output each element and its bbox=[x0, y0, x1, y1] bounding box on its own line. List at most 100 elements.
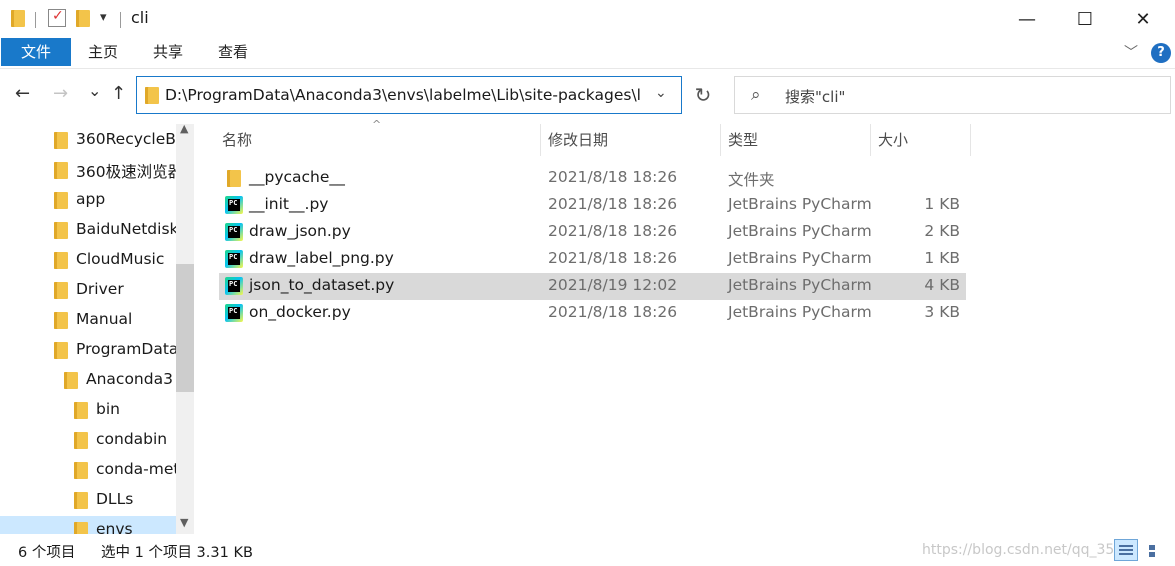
file-row-selected[interactable]: PC json_to_dataset.py 2021/8/19 12:02 Je… bbox=[219, 273, 966, 300]
maximize-button[interactable]: ☐ bbox=[1056, 0, 1114, 38]
file-row[interactable]: PC draw_label_png.py 2021/8/18 18:26 Jet… bbox=[219, 246, 966, 273]
sort-ascending-icon: ^ bbox=[372, 118, 382, 131]
folder-icon bbox=[74, 522, 88, 534]
tree-item[interactable]: conda-meta bbox=[0, 456, 189, 486]
search-box[interactable]: ⌕ 搜索"cli" bbox=[734, 76, 1171, 114]
file-row[interactable]: PC __init__.py 2021/8/18 18:26 JetBrains… bbox=[219, 192, 966, 219]
qat-dropdown-icon[interactable]: ▾ bbox=[100, 10, 107, 25]
tree-item[interactable]: Manual bbox=[0, 306, 176, 336]
folder-icon bbox=[54, 162, 68, 179]
tree-item[interactable]: Anaconda3 bbox=[0, 366, 176, 396]
folder-icon[interactable] bbox=[11, 10, 25, 27]
tree-item-selected[interactable]: envs bbox=[0, 516, 176, 534]
address-dropdown-icon[interactable]: ⌄ bbox=[655, 85, 667, 101]
file-type: JetBrains PyCharm bbox=[728, 222, 872, 240]
minimize-button[interactable]: — bbox=[998, 0, 1056, 38]
up-button[interactable]: ↑ bbox=[111, 83, 126, 104]
tree-item[interactable]: ProgramData bbox=[0, 336, 178, 366]
pycharm-file-icon: PC bbox=[225, 304, 243, 322]
tree-item-label: CloudMusic bbox=[76, 250, 165, 268]
divider bbox=[35, 12, 36, 28]
tab-file[interactable]: 文件 bbox=[1, 38, 71, 66]
tree-item-label: Anaconda3 bbox=[86, 370, 173, 388]
folder-icon bbox=[227, 170, 241, 187]
navigation-bar: ← → ⌄ ↑ D:\ProgramData\Anaconda3\envs\la… bbox=[0, 68, 1175, 124]
forward-button[interactable]: → bbox=[53, 83, 68, 104]
tree-item[interactable]: condabin bbox=[0, 426, 176, 456]
divider bbox=[120, 12, 121, 28]
tree-scrollbar[interactable]: ▲ ▼ bbox=[176, 124, 194, 534]
folder-icon bbox=[54, 312, 68, 329]
tree-item-label: DLLs bbox=[96, 490, 134, 508]
file-type: 文件夹 bbox=[728, 171, 775, 189]
column-divider[interactable] bbox=[870, 124, 871, 156]
file-type: JetBrains PyCharm bbox=[728, 276, 872, 294]
navigation-tree: 360RecycleBin 360极速浏览器 app BaiduNetdiskD… bbox=[0, 124, 194, 534]
search-input[interactable]: 搜索"cli" bbox=[785, 86, 845, 107]
selection-info: 选中 1 个项目 3.31 KB bbox=[101, 545, 253, 561]
file-row[interactable]: PC on_docker.py 2021/8/18 18:26 JetBrain… bbox=[219, 300, 966, 327]
address-path[interactable]: D:\ProgramData\Anaconda3\envs\labelme\Li… bbox=[165, 86, 641, 104]
recent-locations-icon[interactable]: ⌄ bbox=[88, 81, 101, 100]
help-icon[interactable]: ? bbox=[1151, 43, 1171, 63]
column-divider[interactable] bbox=[970, 124, 971, 156]
pycharm-file-icon: PC bbox=[225, 277, 243, 295]
file-size: 1 KB bbox=[924, 249, 960, 267]
close-button[interactable]: ✕ bbox=[1114, 0, 1172, 38]
column-header-name[interactable]: 名称 bbox=[222, 124, 252, 156]
tree-item[interactable]: BaiduNetdiskDownload bbox=[0, 216, 194, 246]
file-date: 2021/8/19 12:02 bbox=[548, 276, 678, 294]
tree-item[interactable]: bin bbox=[0, 396, 176, 426]
file-type: JetBrains PyCharm bbox=[728, 249, 872, 267]
scrollbar-thumb[interactable] bbox=[176, 264, 194, 392]
file-date: 2021/8/18 18:26 bbox=[548, 249, 678, 267]
tab-home[interactable]: 主页 bbox=[79, 38, 127, 66]
window-title: cli bbox=[131, 8, 149, 27]
tree-item[interactable]: CloudMusic bbox=[0, 246, 176, 276]
tree-item[interactable]: Driver bbox=[0, 276, 176, 306]
folder-icon bbox=[74, 492, 88, 509]
file-row[interactable]: __pycache__ 2021/8/18 18:26 文件夹 bbox=[219, 165, 966, 192]
tree-item[interactable]: app bbox=[0, 186, 176, 216]
file-list: ^ 名称 修改日期 类型 大小 __pycache__ 2021/8/18 18… bbox=[194, 118, 1175, 534]
tree-item-label: Driver bbox=[76, 280, 124, 298]
scroll-down-icon[interactable]: ▼ bbox=[180, 516, 188, 529]
properties-check-icon[interactable]: ✓ bbox=[48, 8, 66, 27]
column-divider[interactable] bbox=[540, 124, 541, 156]
folder-icon bbox=[74, 462, 88, 479]
tree-item[interactable]: 360极速浏览器 bbox=[0, 156, 183, 186]
column-header-size[interactable]: 大小 bbox=[878, 124, 908, 156]
column-divider[interactable] bbox=[720, 124, 721, 156]
address-bar[interactable]: D:\ProgramData\Anaconda3\envs\labelme\Li… bbox=[136, 76, 682, 114]
file-name: draw_json.py bbox=[249, 222, 351, 240]
file-type: JetBrains PyCharm bbox=[728, 303, 872, 321]
expand-ribbon-icon[interactable]: ﹀ bbox=[1124, 42, 1138, 62]
back-button[interactable]: ← bbox=[15, 83, 30, 104]
large-icons-view-button[interactable] bbox=[1144, 539, 1168, 561]
tree-item[interactable]: DLLs bbox=[0, 486, 176, 516]
folder-icon bbox=[54, 282, 68, 299]
folder-icon bbox=[145, 87, 159, 104]
tree-item[interactable]: 360RecycleBin bbox=[0, 126, 190, 156]
new-folder-icon[interactable] bbox=[76, 10, 90, 27]
file-name: on_docker.py bbox=[249, 303, 351, 321]
tab-share[interactable]: 共享 bbox=[144, 38, 192, 66]
tab-view[interactable]: 查看 bbox=[209, 38, 257, 66]
tree-item-label: app bbox=[76, 190, 106, 208]
folder-icon bbox=[74, 402, 88, 419]
folder-icon bbox=[54, 132, 68, 149]
file-date: 2021/8/18 18:26 bbox=[548, 195, 678, 213]
refresh-button[interactable]: ↻ bbox=[684, 76, 722, 114]
folder-icon bbox=[54, 252, 68, 269]
file-date: 2021/8/18 18:26 bbox=[548, 303, 678, 321]
scroll-up-icon[interactable]: ▲ bbox=[180, 124, 188, 135]
pycharm-file-icon: PC bbox=[225, 223, 243, 241]
file-row[interactable]: PC draw_json.py 2021/8/18 18:26 JetBrain… bbox=[219, 219, 966, 246]
file-date: 2021/8/18 18:26 bbox=[548, 222, 678, 240]
ribbon: 文件 主页 共享 查看 ﹀ ? bbox=[0, 38, 1175, 68]
search-icon: ⌕ bbox=[751, 85, 761, 105]
title-bar: ✓ ▾ cli — ☐ ✕ bbox=[0, 0, 1175, 38]
column-header-type[interactable]: 类型 bbox=[728, 124, 758, 156]
column-header-date[interactable]: 修改日期 bbox=[548, 124, 608, 156]
details-view-button[interactable] bbox=[1114, 539, 1138, 561]
